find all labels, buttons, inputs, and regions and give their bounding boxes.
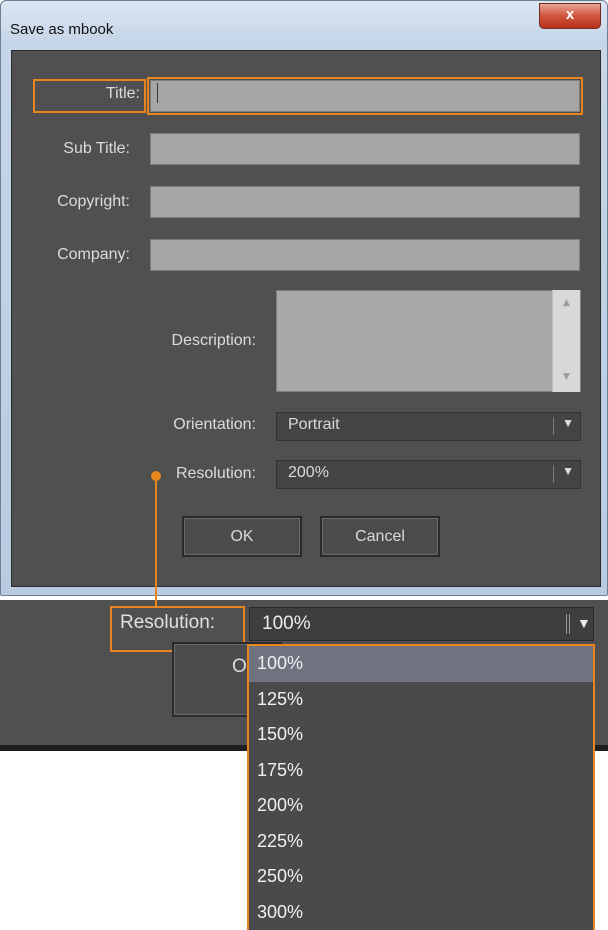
cancel-button[interactable]: Cancel [320, 516, 440, 557]
resolution-option[interactable]: 150% [249, 717, 593, 753]
callout-line [155, 476, 157, 606]
resolution-value: 200% [288, 464, 329, 481]
close-button[interactable]: x [539, 3, 601, 29]
window-title: Save as mbook [10, 21, 114, 38]
chevron-down-icon[interactable]: ▼ [562, 464, 574, 478]
orientation-value: Portrait [288, 416, 340, 433]
resolution-option[interactable]: 250% [249, 859, 593, 895]
description-label: Description: [171, 332, 256, 349]
zoom-resolution-value: 100% [262, 613, 311, 634]
zoom-resolution-label: Resolution: [120, 612, 216, 633]
resolution-dropdown-list: 100% 125% 150% 175% 200% 225% 250% 300% [247, 644, 595, 930]
title-label: Title: [105, 85, 140, 102]
resolution-option[interactable]: 200% [249, 788, 593, 824]
orientation-label: Orientation: [173, 416, 256, 433]
title-input[interactable] [150, 80, 580, 112]
orientation-select[interactable]: Portrait ▼ [276, 412, 581, 441]
resolution-option[interactable]: 125% [249, 682, 593, 718]
subtitle-label: Sub Title: [63, 140, 130, 157]
description-textarea[interactable] [276, 290, 581, 392]
resolution-select[interactable]: 200% ▼ [276, 460, 581, 489]
company-input[interactable] [150, 239, 580, 271]
description-scrollbar[interactable]: ▲ ▼ [552, 290, 580, 392]
combo-separator [553, 417, 554, 435]
combo-separator [553, 465, 554, 483]
zoom-resolution-select[interactable]: 100% ▼ [249, 607, 594, 641]
resolution-option[interactable]: 175% [249, 753, 593, 789]
resolution-option[interactable]: 100% [249, 646, 593, 682]
company-label: Company: [57, 246, 130, 263]
ok-button[interactable]: OK [182, 516, 302, 557]
chevron-down-icon[interactable]: ▼ [562, 416, 574, 430]
scroll-down-icon[interactable]: ▼ [563, 372, 570, 382]
scroll-up-icon[interactable]: ▲ [563, 298, 570, 308]
resolution-option[interactable]: 300% [249, 895, 593, 930]
copyright-input[interactable] [150, 186, 580, 218]
resolution-option[interactable]: 225% [249, 824, 593, 860]
combo-separator [566, 614, 570, 634]
subtitle-input[interactable] [150, 133, 580, 165]
chevron-down-icon[interactable]: ▼ [577, 615, 591, 631]
copyright-label: Copyright: [57, 193, 130, 210]
text-caret [157, 83, 158, 103]
